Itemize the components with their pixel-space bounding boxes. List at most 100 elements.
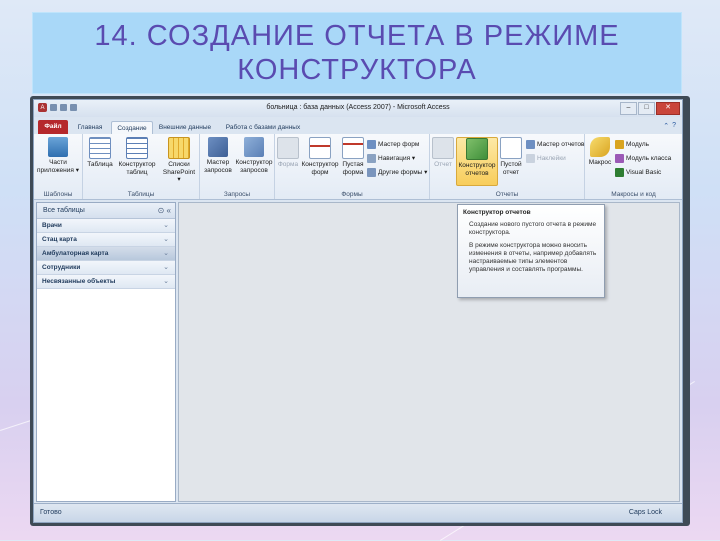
tab-file[interactable]: Файл xyxy=(38,120,68,134)
nav-menu-icon[interactable]: ⊙ xyxy=(158,206,165,215)
query-designer-button[interactable]: Конструктор запросов xyxy=(235,137,273,174)
macro-label: Макрос xyxy=(588,159,612,166)
query-wizard-button[interactable]: Мастер запросов xyxy=(202,137,234,174)
labels-button[interactable]: Наклейки xyxy=(526,153,566,163)
more-forms-button[interactable]: Другие формы ▾ xyxy=(367,167,427,177)
maximize-button[interactable]: □ xyxy=(638,102,655,115)
query-wizard-label: Мастер запросов xyxy=(204,159,232,174)
form-designer-label: Конструктор форм xyxy=(301,161,339,176)
labels-label: Наклейки xyxy=(537,154,566,162)
group-reports: Отчет Конструктор отчетов Пустой отчет М… xyxy=(430,134,585,199)
nav-group-doctors[interactable]: Врачи ⌄ xyxy=(37,219,175,233)
slide-title-continued: КОНСТРУКТОРА xyxy=(237,54,477,86)
table-button[interactable]: Таблица xyxy=(86,137,114,169)
close-button[interactable]: ✕ xyxy=(656,102,680,115)
window-controls: – □ ✕ xyxy=(620,102,680,115)
sharepoint-lists-button[interactable]: Списки SharePoint ▾ xyxy=(161,137,197,184)
form-icon xyxy=(277,137,299,159)
report-designer-tooltip: Конструктор отчетов Создание нового пуст… xyxy=(457,204,605,298)
shutter-bar-close-icon[interactable]: « xyxy=(167,206,171,215)
tab-home[interactable]: Главная xyxy=(72,121,108,134)
application-parts-label: Части приложения ▾ xyxy=(37,159,79,174)
report-designer-button[interactable]: Конструктор отчетов xyxy=(456,137,498,186)
nav-pane-header[interactable]: Все таблицы ⊙ « xyxy=(37,203,175,219)
more-forms-label: Другие формы ▾ xyxy=(378,169,428,176)
blank-report-button[interactable]: Пустой отчет xyxy=(498,137,524,176)
nav-group-outpatient-card[interactable]: Амбулаторная карта ⌄ xyxy=(37,247,175,261)
group-forms-label: Формы xyxy=(341,191,363,198)
sharepoint-label: Списки SharePoint ▾ xyxy=(162,161,196,183)
query-designer-icon xyxy=(244,137,264,157)
tab-external-data[interactable]: Внешние данные xyxy=(154,121,216,134)
report-icon xyxy=(432,137,454,159)
class-module-button[interactable]: Модуль класса xyxy=(615,153,671,163)
minimize-button[interactable]: – xyxy=(620,102,637,115)
nav-group-label: Сотрудники xyxy=(42,264,81,271)
group-tables-label: Таблицы xyxy=(127,191,155,198)
slide-title: 14. СОЗДАНИЕ ОТЧЕТА В РЕЖИМЕ xyxy=(94,20,620,52)
nav-pane-title: Все таблицы xyxy=(43,207,85,214)
class-module-icon xyxy=(615,153,624,163)
application-parts-icon xyxy=(48,137,68,157)
form-label: Форма xyxy=(277,161,299,168)
nav-group-label: Врачи xyxy=(42,222,62,229)
tab-create[interactable]: Создание xyxy=(111,121,153,135)
nav-group-inpatient-card[interactable]: Стац карта ⌄ xyxy=(37,233,175,247)
table-designer-button[interactable]: Конструктор таблиц xyxy=(115,137,159,176)
blank-report-label: Пустой отчет xyxy=(500,161,522,176)
collapse-ribbon-icon[interactable]: ⌃ xyxy=(663,122,669,130)
form-designer-button[interactable]: Конструктор форм xyxy=(300,137,340,176)
group-tables: Таблица Конструктор таблиц Списки ShareP… xyxy=(83,134,200,199)
expand-icon: ⌄ xyxy=(163,250,169,257)
visual-basic-button[interactable]: Visual Basic xyxy=(615,167,661,177)
report-label: Отчет xyxy=(434,161,452,168)
form-button[interactable]: Форма xyxy=(277,137,299,169)
labels-icon xyxy=(526,153,535,163)
expand-icon: ⌄ xyxy=(163,278,169,285)
navigation-button[interactable]: Навигация ▾ xyxy=(367,153,415,163)
table-label: Таблица xyxy=(87,161,113,168)
expand-icon: ⌄ xyxy=(163,222,169,229)
form-wizard-label: Мастер форм xyxy=(378,140,420,148)
navigation-pane: Все таблицы ⊙ « Врачи ⌄ Стац карта ⌄ Амб… xyxy=(36,202,176,502)
ribbon: Части приложения ▾ Шаблоны Таблица Конст… xyxy=(34,134,682,200)
blank-form-button[interactable]: Пустая форма xyxy=(341,137,365,176)
sharepoint-icon xyxy=(168,137,190,159)
group-macros: Макрос Модуль Модуль класса Visual Basic… xyxy=(585,134,682,199)
group-reports-label: Отчеты xyxy=(495,191,519,198)
query-wizard-icon xyxy=(208,137,228,157)
help-icon[interactable]: ? xyxy=(672,122,676,130)
nav-group-employees[interactable]: Сотрудники ⌄ xyxy=(37,261,175,275)
class-module-label: Модуль класса xyxy=(626,154,672,162)
more-forms-icon xyxy=(367,167,376,177)
nav-group-unrelated-objects[interactable]: Несвязанные объекты ⌄ xyxy=(37,275,175,289)
group-templates-label: Шаблоны xyxy=(43,191,73,198)
nav-group-label: Стац карта xyxy=(42,236,77,243)
macro-button[interactable]: Макрос xyxy=(587,137,613,167)
expand-icon: ⌄ xyxy=(163,264,169,271)
tooltip-title: Конструктор отчетов xyxy=(463,209,531,216)
nav-group-label: Амбулаторная карта xyxy=(42,250,109,257)
macro-icon xyxy=(590,137,610,157)
report-wizard-button[interactable]: Мастер отчетов xyxy=(526,139,585,149)
group-templates: Части приложения ▾ Шаблоны xyxy=(34,134,83,199)
application-parts-button[interactable]: Части приложения ▾ xyxy=(37,137,79,174)
ribbon-help-controls: ⌃ ? xyxy=(663,122,676,130)
group-queries-label: Запросы xyxy=(223,191,251,198)
navigation-icon xyxy=(367,153,376,163)
module-button[interactable]: Модуль xyxy=(615,139,649,149)
status-text: Готово xyxy=(40,509,62,516)
group-queries: Мастер запросов Конструктор запросов Зап… xyxy=(200,134,275,199)
report-wizard-label: Мастер отчетов xyxy=(537,140,585,148)
form-designer-icon xyxy=(309,137,331,159)
blank-report-icon xyxy=(500,137,522,159)
report-button[interactable]: Отчет xyxy=(432,137,454,169)
blank-form-label: Пустая форма xyxy=(342,161,364,176)
tab-database-tools[interactable]: Работа с базами данных xyxy=(220,121,306,134)
query-designer-label: Конструктор запросов xyxy=(235,159,273,174)
form-wizard-button[interactable]: Мастер форм xyxy=(367,139,419,149)
tooltip-details: В режиме конструктора можно вносить изме… xyxy=(469,242,597,273)
status-bar: Готово Caps Lock xyxy=(34,503,682,522)
report-designer-label: Конструктор отчетов xyxy=(458,162,496,177)
blank-form-icon xyxy=(342,137,364,159)
